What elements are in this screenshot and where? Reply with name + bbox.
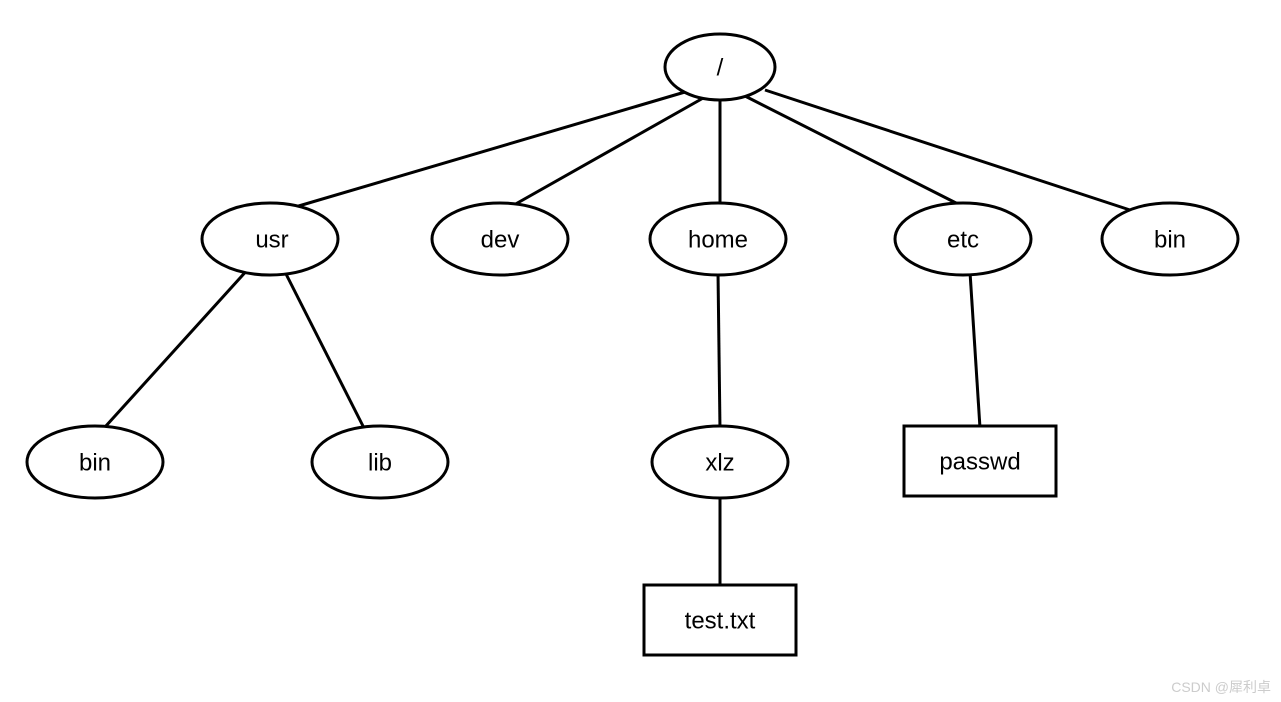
node-usr-lib-label: lib [368, 449, 392, 476]
watermark: CSDN @犀利卓 [1171, 677, 1271, 697]
edge-home-xlz [718, 272, 720, 430]
node-home-label: home [688, 226, 748, 253]
node-etc-label: etc [947, 226, 979, 253]
node-root-label: / [717, 54, 724, 81]
node-passwd-label: passwd [939, 448, 1020, 475]
filesystem-tree-diagram: / usr dev home etc bin bin lib xlz passw… [0, 0, 1281, 702]
edge-root-usr [285, 92, 685, 210]
edge-etc-passwd [970, 272, 980, 428]
edge-root-etc [743, 95, 960, 205]
node-bin-label: bin [1154, 226, 1186, 253]
node-dev-label: dev [481, 226, 520, 253]
node-xlz-label: xlz [705, 449, 734, 476]
node-test-txt-label: test.txt [685, 607, 756, 634]
node-usr-label: usr [255, 226, 288, 253]
edge-root-dev [505, 97, 705, 210]
edge-usr-lib [285, 272, 365, 430]
edge-usr-bin [105, 267, 250, 427]
edge-root-bin [765, 90, 1130, 210]
node-usr-bin-label: bin [79, 449, 111, 476]
